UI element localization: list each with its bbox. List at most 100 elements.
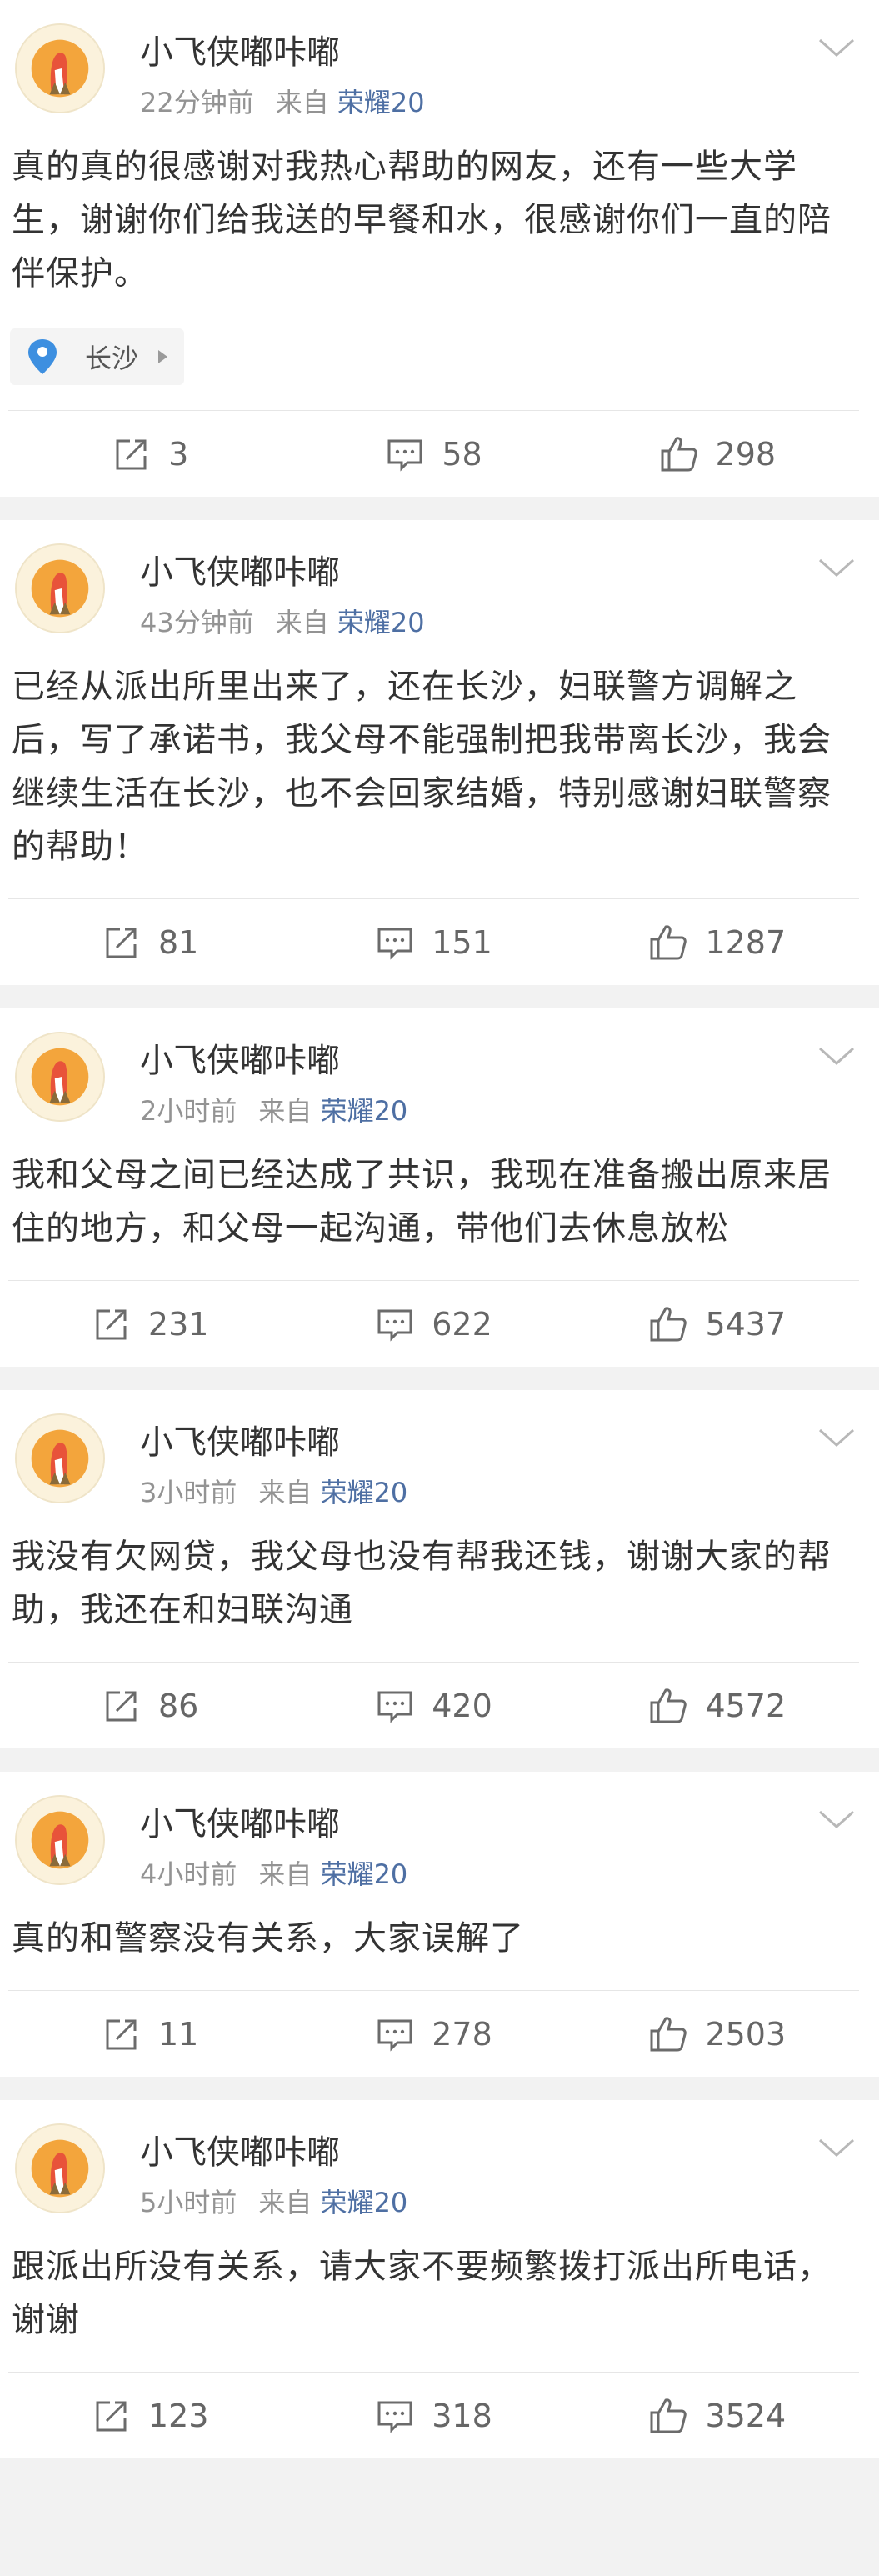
avatar[interactable]	[15, 2123, 105, 2213]
location-tag[interactable]: 长沙	[10, 328, 185, 385]
post-source-link[interactable]: 荣耀20	[321, 1858, 408, 1890]
repost-button[interactable]: 81	[8, 899, 292, 985]
comment-button[interactable]: 58	[292, 411, 575, 497]
avatar[interactable]	[15, 23, 105, 113]
post-time: 5小时前	[140, 2187, 237, 2218]
post-meta: 43分钟前 来自 荣耀20	[140, 602, 425, 640]
post-text: 我和父母之间已经达成了共识，我现在准备搬出原来居住的地方，和父母一起沟通，带他们…	[12, 1156, 832, 1248]
avatar-image	[17, 25, 103, 112]
weibo-feed: 小飞侠嘟咔嘟 22分钟前 来自 荣耀20 真的真的很感谢对我热心帮助的网友，还有一…	[0, 0, 879, 2458]
chevron-down-icon[interactable]	[817, 1808, 856, 1830]
post-meta: 2小时前 来自 荣耀20	[140, 1090, 407, 1128]
from-label: 来自	[258, 1477, 312, 1508]
comment-button[interactable]: 622	[292, 1281, 575, 1367]
repost-button[interactable]: 11	[8, 1991, 292, 2077]
from-label: 来自	[258, 1095, 312, 1127]
thumbs-up-icon	[648, 2014, 688, 2054]
post-card: 小飞侠嘟咔嘟 4小时前 来自 荣耀20 真的和警察没有关系，大家误解了 11 2…	[0, 1772, 879, 2077]
like-button[interactable]: 1287	[576, 899, 859, 985]
avatar-image	[17, 1797, 103, 1883]
post-card: 小飞侠嘟咔嘟 5小时前 来自 荣耀20 跟派出所没有关系，请大家不要频繁拨打派出所…	[0, 2100, 879, 2458]
avatar-image	[17, 2125, 103, 2212]
post-header: 小飞侠嘟咔嘟 2小时前 来自 荣耀20	[0, 1008, 879, 1127]
username[interactable]: 小飞侠嘟咔嘟	[140, 545, 340, 593]
repost-count: 11	[157, 2015, 199, 2053]
repost-count: 231	[147, 1305, 209, 1343]
action-bar: 86 420 4572	[8, 1662, 859, 1748]
like-button[interactable]: 4572	[576, 1663, 859, 1748]
avatar[interactable]	[15, 1413, 105, 1503]
post-source-link[interactable]: 荣耀20	[321, 2187, 408, 2218]
like-count: 4572	[705, 1687, 787, 1724]
action-bar: 123 318 3524	[8, 2372, 859, 2458]
comment-count: 58	[442, 435, 482, 473]
repost-count: 86	[157, 1687, 199, 1724]
username[interactable]: 小飞侠嘟咔嘟	[140, 1033, 340, 1082]
like-count: 1287	[705, 923, 787, 961]
action-bar: 231 622 5437	[8, 1280, 859, 1367]
post-meta: 3小时前 来自 荣耀20	[140, 1472, 407, 1510]
comment-count: 318	[432, 2397, 492, 2434]
chevron-down-icon[interactable]	[817, 557, 856, 578]
post-text: 真的真的很感谢对我热心帮助的网友，还有一些大学生，谢谢你们给我送的早餐和水，很感…	[12, 148, 832, 293]
chevron-down-icon[interactable]	[817, 1045, 856, 1067]
from-label: 来自	[258, 1858, 312, 1890]
post-source-link[interactable]: 荣耀20	[337, 607, 425, 638]
location-label: 长沙	[85, 343, 139, 374]
repost-icon	[102, 2014, 142, 2054]
avatar-image	[17, 1415, 103, 1502]
comment-icon	[375, 2396, 415, 2436]
post-time: 43分钟前	[140, 607, 254, 638]
username[interactable]: 小飞侠嘟咔嘟	[140, 1797, 340, 1845]
post-card: 小飞侠嘟咔嘟 2小时前 来自 荣耀20 我和父母之间已经达成了共识，我现在准备搬出…	[0, 1008, 879, 1367]
chevron-down-icon[interactable]	[817, 37, 856, 58]
repost-count: 123	[147, 2397, 209, 2434]
like-button[interactable]: 298	[576, 411, 859, 497]
action-bar: 3 58 298	[8, 410, 859, 497]
comment-icon	[375, 923, 415, 963]
post-header: 小飞侠嘟咔嘟 43分钟前 来自 荣耀20	[0, 520, 879, 638]
username[interactable]: 小飞侠嘟咔嘟	[140, 25, 340, 73]
comment-count: 622	[432, 1305, 492, 1343]
repost-button[interactable]: 231	[8, 1281, 292, 1367]
post-time: 3小时前	[140, 1477, 237, 1508]
chevron-down-icon[interactable]	[817, 1427, 856, 1448]
comment-button[interactable]: 420	[292, 1663, 575, 1748]
post-source-link[interactable]: 荣耀20	[321, 1095, 408, 1127]
post-time: 4小时前	[140, 1858, 237, 1890]
like-button[interactable]: 5437	[576, 1281, 859, 1367]
username[interactable]: 小飞侠嘟咔嘟	[140, 1415, 340, 1463]
like-button[interactable]: 3524	[576, 2373, 859, 2458]
comment-icon	[385, 434, 425, 474]
repost-button[interactable]: 86	[8, 1663, 292, 1748]
like-count: 3524	[705, 2397, 787, 2434]
avatar[interactable]	[15, 1795, 105, 1885]
comment-button[interactable]: 151	[292, 899, 575, 985]
username[interactable]: 小飞侠嘟咔嘟	[140, 2125, 340, 2173]
avatar[interactable]	[15, 1032, 105, 1122]
comment-button[interactable]: 278	[292, 1991, 575, 2077]
comment-button[interactable]: 318	[292, 2373, 575, 2458]
comment-icon	[375, 2014, 415, 2054]
post-text: 真的和警察没有关系，大家误解了	[12, 1919, 524, 1958]
from-label: 来自	[275, 607, 329, 638]
thumbs-up-icon	[659, 434, 699, 474]
avatar[interactable]	[15, 543, 105, 633]
post-source-link[interactable]: 荣耀20	[337, 87, 425, 118]
like-count: 298	[715, 435, 777, 473]
comment-count: 278	[432, 2015, 492, 2053]
repost-icon	[102, 1686, 142, 1726]
comment-icon	[375, 1686, 415, 1726]
location-pin-icon	[22, 336, 63, 378]
post-card: 小飞侠嘟咔嘟 3小时前 来自 荣耀20 我没有欠网贷，我父母也没有帮我还钱，谢谢大…	[0, 1390, 879, 1748]
like-button[interactable]: 2503	[576, 1991, 859, 2077]
like-count: 2503	[705, 2015, 787, 2053]
repost-icon	[102, 923, 142, 963]
post-source-link[interactable]: 荣耀20	[321, 1477, 408, 1508]
chevron-down-icon[interactable]	[817, 2137, 856, 2158]
repost-icon	[92, 1304, 132, 1344]
post-header: 小飞侠嘟咔嘟 4小时前 来自 荣耀20	[0, 1772, 879, 1890]
repost-button[interactable]: 3	[8, 411, 292, 497]
repost-icon	[92, 2396, 132, 2436]
repost-button[interactable]: 123	[8, 2373, 292, 2458]
